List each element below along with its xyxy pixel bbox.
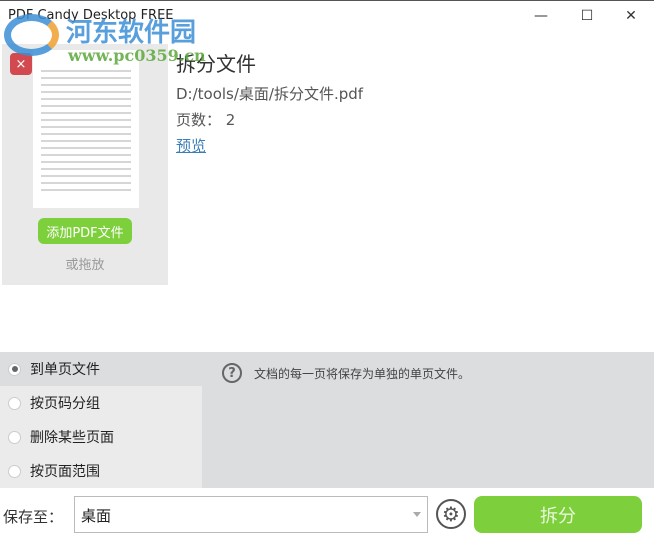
add-pdf-button[interactable]: 添加PDF文件 [38,218,132,244]
pdf-thumbnail [33,50,139,208]
remove-file-icon[interactable]: × [10,53,32,75]
option-description: 文档的每一页将保存为单独的单页文件。 [254,367,471,381]
window-title: PDF Candy Desktop FREE [8,8,174,23]
option-single-page[interactable]: 到单页文件 [0,352,202,386]
preview-link[interactable]: 预览 [176,135,206,156]
radio-selected[interactable] [8,362,21,376]
radio[interactable] [8,464,21,478]
radio[interactable] [8,396,21,410]
radio[interactable] [8,430,21,444]
option-delete-pages[interactable]: 删除某些页面 [0,420,202,454]
title-bar: PDF Candy Desktop FREE — ☐ ✕ [0,0,654,32]
split-button[interactable]: 拆分 [474,496,642,533]
file-path: D:/tools/桌面/拆分文件.pdf [176,85,364,103]
save-location-value: 桌面 [81,507,112,525]
file-name: 拆分文件 [176,52,256,76]
minimize-button[interactable]: — [518,1,564,31]
option-label: 按页码分组 [30,396,100,412]
drop-hint: 或拖放 [65,258,105,273]
file-drop-panel[interactable]: × 添加PDF文件 或拖放 [2,44,168,285]
option-label: 到单页文件 [30,362,100,378]
maximize-button[interactable]: ☐ [564,1,610,31]
chevron-down-icon[interactable] [413,512,421,517]
option-by-page-group[interactable]: 按页码分组 [0,386,202,420]
gear-icon[interactable]: ⚙ [436,499,466,529]
option-label: 按页面范围 [30,464,100,480]
save-to-label: 保存至： [3,508,64,526]
close-button[interactable]: ✕ [608,1,654,31]
save-location-select[interactable]: 桌面 [74,496,428,533]
page-count: 页数： 2 [176,111,236,129]
option-label: 删除某些页面 [30,430,114,446]
help-icon[interactable]: ? [222,363,242,383]
option-page-range[interactable]: 按页面范围 [0,454,202,488]
split-options-panel: 到单页文件 按页码分组 删除某些页面 按页面范围 ? 文档的每一页将保存为单独的… [0,352,654,488]
split-mode-list: 到单页文件 按页码分组 删除某些页面 按页面范围 [0,352,202,488]
